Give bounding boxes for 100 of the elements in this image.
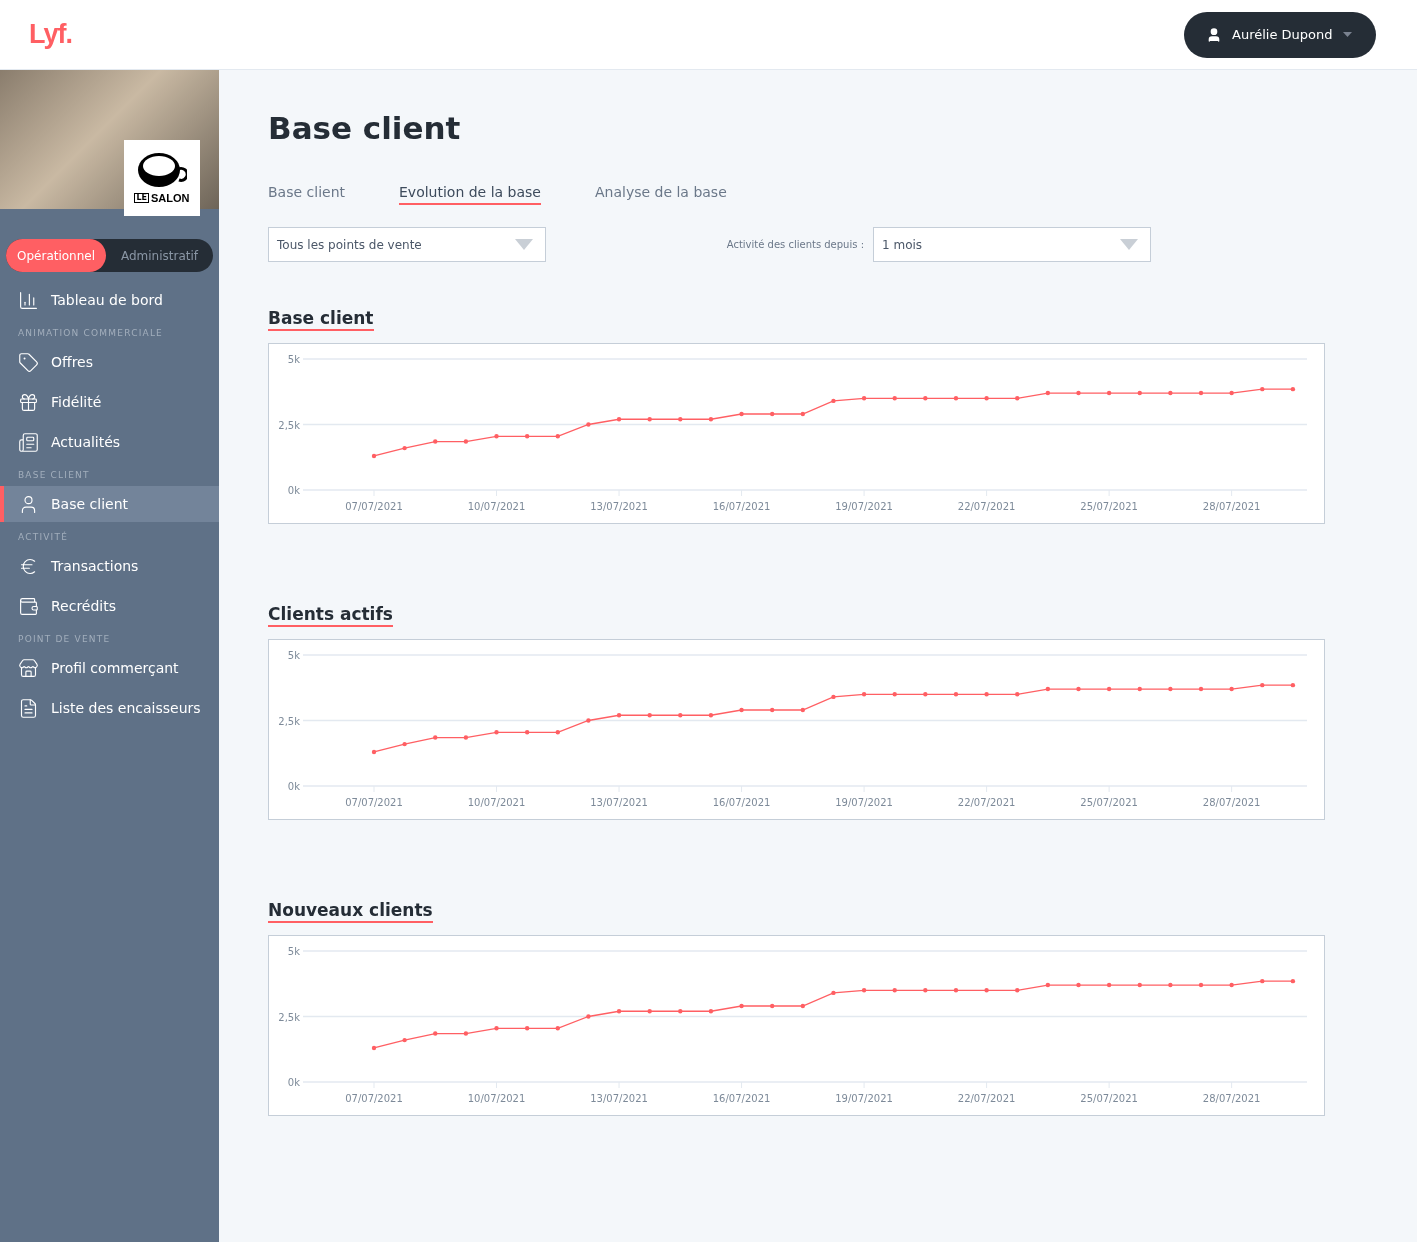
data-point xyxy=(647,713,652,718)
data-point xyxy=(708,1009,714,1014)
logo[interactable]: Lyf. xyxy=(29,19,72,50)
axis-label: 2,5k xyxy=(278,419,300,431)
data-point xyxy=(708,713,714,718)
data-point xyxy=(616,713,622,718)
data-point xyxy=(524,1026,530,1031)
data-point xyxy=(1260,682,1265,688)
data-point xyxy=(800,707,805,713)
data-point xyxy=(1229,982,1234,988)
axis-label: 28/07/2021 xyxy=(1202,501,1261,512)
data-point xyxy=(1137,390,1142,396)
tab[interactable]: Base client xyxy=(268,184,345,205)
data-point xyxy=(494,434,499,439)
tab[interactable]: Evolution de la base xyxy=(399,184,541,205)
newspaper-icon xyxy=(18,431,39,453)
data-point xyxy=(1015,396,1020,401)
data-point xyxy=(1045,390,1051,396)
data-point xyxy=(1168,390,1173,396)
tab[interactable]: Analyse de la base xyxy=(594,184,727,205)
section-heading: POINT DE VENTE xyxy=(17,633,112,646)
data-point xyxy=(524,434,530,439)
axis-label: 0k xyxy=(287,485,300,496)
bar-chart-icon xyxy=(18,289,39,311)
data-point xyxy=(1015,692,1020,697)
axis-label: 07/07/2021 xyxy=(345,797,403,808)
store-select[interactable]: Tous les points de vente xyxy=(268,227,546,262)
axis-label: 07/07/2021 xyxy=(345,1093,403,1104)
axis-label: 0k xyxy=(287,781,300,792)
data-point xyxy=(1106,982,1112,988)
data-point xyxy=(1106,390,1112,396)
sidebar-item[interactable]: Offres xyxy=(0,344,219,380)
data-point xyxy=(586,718,591,723)
dropdown-triangle-icon xyxy=(1120,239,1138,250)
data-point xyxy=(831,694,836,700)
data-point xyxy=(1076,686,1081,692)
axis-label: 19/07/2021 xyxy=(835,1093,893,1104)
axis-label: 13/07/2021 xyxy=(590,501,648,512)
data-point xyxy=(770,707,775,713)
axis-label: 25/07/2021 xyxy=(1080,797,1138,808)
sidebar-item[interactable]: Recrédits xyxy=(0,588,219,624)
sidebar-item[interactable]: Actualités xyxy=(0,424,219,460)
data-point xyxy=(1229,390,1234,396)
sidebar-item[interactable]: Profil commerçant xyxy=(0,650,219,686)
data-point xyxy=(1290,978,1296,984)
data-point xyxy=(892,692,897,697)
data-point xyxy=(1290,386,1296,392)
axis-label: 10/07/2021 xyxy=(467,501,526,512)
data-point xyxy=(433,735,438,740)
axis-label: 0k xyxy=(287,1077,300,1088)
user-icon xyxy=(1206,26,1222,43)
axis-label: 5k xyxy=(287,650,300,661)
data-point xyxy=(800,411,805,417)
sidebar-item[interactable]: Tableau de bord xyxy=(0,282,219,318)
sidebar-item[interactable]: Liste des encaisseurs xyxy=(0,690,219,726)
axis-label: 2,5k xyxy=(278,715,300,727)
axis-label: 19/07/2021 xyxy=(835,797,893,808)
sidebar-item[interactable]: Fidélité xyxy=(0,384,219,420)
axis-label: 13/07/2021 xyxy=(590,797,648,808)
data-point xyxy=(984,988,989,993)
data-point xyxy=(524,730,530,735)
dropdown-triangle-icon xyxy=(515,239,533,250)
document-icon xyxy=(18,697,39,719)
data-point xyxy=(1106,686,1112,692)
data-point xyxy=(953,396,959,401)
mode-toggle-option[interactable]: Administratif xyxy=(106,239,213,272)
data-point xyxy=(708,417,714,422)
data-point xyxy=(1229,686,1234,692)
axis-label: 28/07/2021 xyxy=(1202,1093,1261,1104)
axis-label: 22/07/2021 xyxy=(957,501,1016,512)
logo-text: SALON xyxy=(151,192,190,204)
axis-label: 07/07/2021 xyxy=(345,501,403,512)
data-point xyxy=(770,411,775,417)
data-point xyxy=(433,439,438,444)
chart-title: Base client xyxy=(268,308,374,331)
data-point xyxy=(923,988,928,993)
gift-icon xyxy=(18,391,39,413)
data-point xyxy=(616,417,622,422)
axis-label: 25/07/2021 xyxy=(1080,1093,1138,1104)
data-point xyxy=(1168,686,1173,692)
data-point xyxy=(892,988,897,993)
period-select[interactable]: 1 mois xyxy=(873,227,1151,262)
data-point xyxy=(494,1026,499,1031)
data-point xyxy=(984,692,989,697)
sidebar-item[interactable]: Transactions xyxy=(0,548,219,584)
section-heading: ACTIVITÉ xyxy=(17,530,70,544)
data-point xyxy=(678,713,683,718)
caret-icon xyxy=(1342,32,1352,37)
data-point xyxy=(739,411,744,417)
data-point xyxy=(371,1045,377,1051)
sidebar-item[interactable]: Base client xyxy=(0,486,219,522)
data-point xyxy=(953,988,959,993)
data-point xyxy=(402,1037,407,1043)
data-point xyxy=(770,1003,775,1009)
mode-toggle-option[interactable]: Opérationnel xyxy=(6,239,107,272)
activity-label: Activité des clients depuis : xyxy=(726,239,864,250)
user-menu-button[interactable]: Aurélie Dupond xyxy=(1184,11,1376,58)
data-point xyxy=(586,1014,591,1019)
data-point xyxy=(463,439,469,444)
axis-label: 5k xyxy=(287,946,300,957)
